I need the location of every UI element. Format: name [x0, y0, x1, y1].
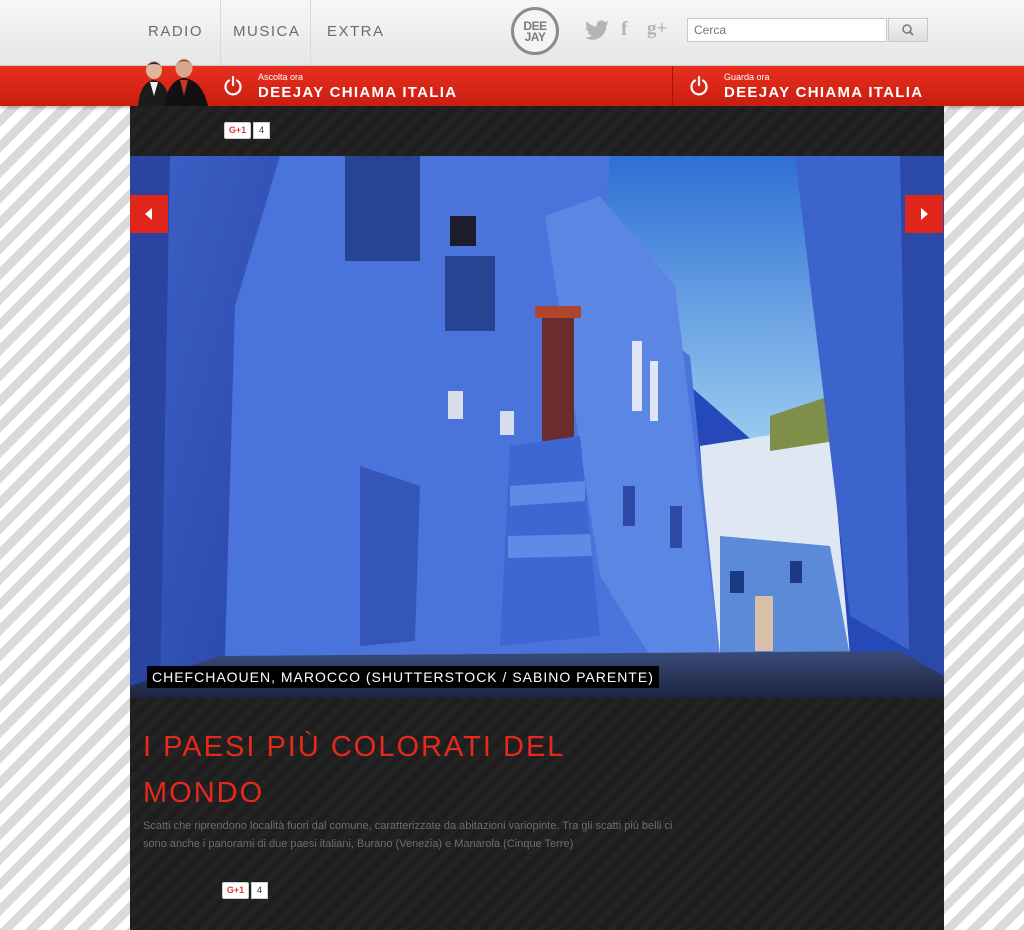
gallery-next-button[interactable]	[905, 195, 943, 233]
chevron-right-icon	[921, 208, 928, 220]
nav-item-musica[interactable]: MUSICA	[233, 0, 300, 65]
facebook-icon[interactable]: f	[621, 18, 628, 41]
nav-item-extra[interactable]: EXTRA	[327, 0, 385, 65]
share-count: 4	[253, 122, 270, 139]
search-button[interactable]	[888, 18, 928, 42]
deejay-logo[interactable]: DEE JAY	[511, 7, 559, 55]
share-count: 4	[251, 882, 268, 899]
watch-program-title[interactable]: DEEJAY CHIAMA ITALIA	[724, 84, 923, 101]
googleplus-one-button[interactable]: G+1	[224, 122, 251, 139]
googleplus-share-top[interactable]: G+1 4	[224, 122, 270, 139]
googleplus-one-button[interactable]: G+1	[222, 882, 249, 899]
watch-now-label: Guarda ora	[724, 72, 770, 82]
chevron-left-icon	[145, 208, 152, 220]
listen-now-label: Ascolta ora	[258, 72, 304, 82]
googleplus-share-bottom[interactable]: G+1 4	[222, 882, 268, 899]
live-bar-divider	[672, 66, 673, 106]
article-title: I PAESI PIÙ COLORATI DEL MONDO	[143, 731, 565, 809]
listen-program-title[interactable]: DEEJAY CHIAMA ITALIA	[258, 84, 457, 101]
gallery-photo[interactable]	[130, 156, 944, 698]
hosts-avatar[interactable]	[130, 56, 220, 106]
photo-caption: CHEFCHAOUEN, MAROCCO (SHUTTERSTOCK / SAB…	[147, 666, 659, 688]
twitter-icon[interactable]	[584, 20, 610, 42]
power-icon[interactable]	[688, 75, 710, 97]
article-description: Scatti che riprendono località fuori dal…	[143, 820, 673, 850]
search-input[interactable]	[687, 18, 887, 42]
gallery-prev-button[interactable]	[130, 195, 168, 233]
magnifier-icon	[902, 24, 914, 36]
nav-divider	[310, 0, 311, 65]
nav-divider	[220, 0, 221, 65]
power-icon[interactable]	[222, 75, 244, 97]
googleplus-icon[interactable]: g+	[647, 18, 667, 40]
